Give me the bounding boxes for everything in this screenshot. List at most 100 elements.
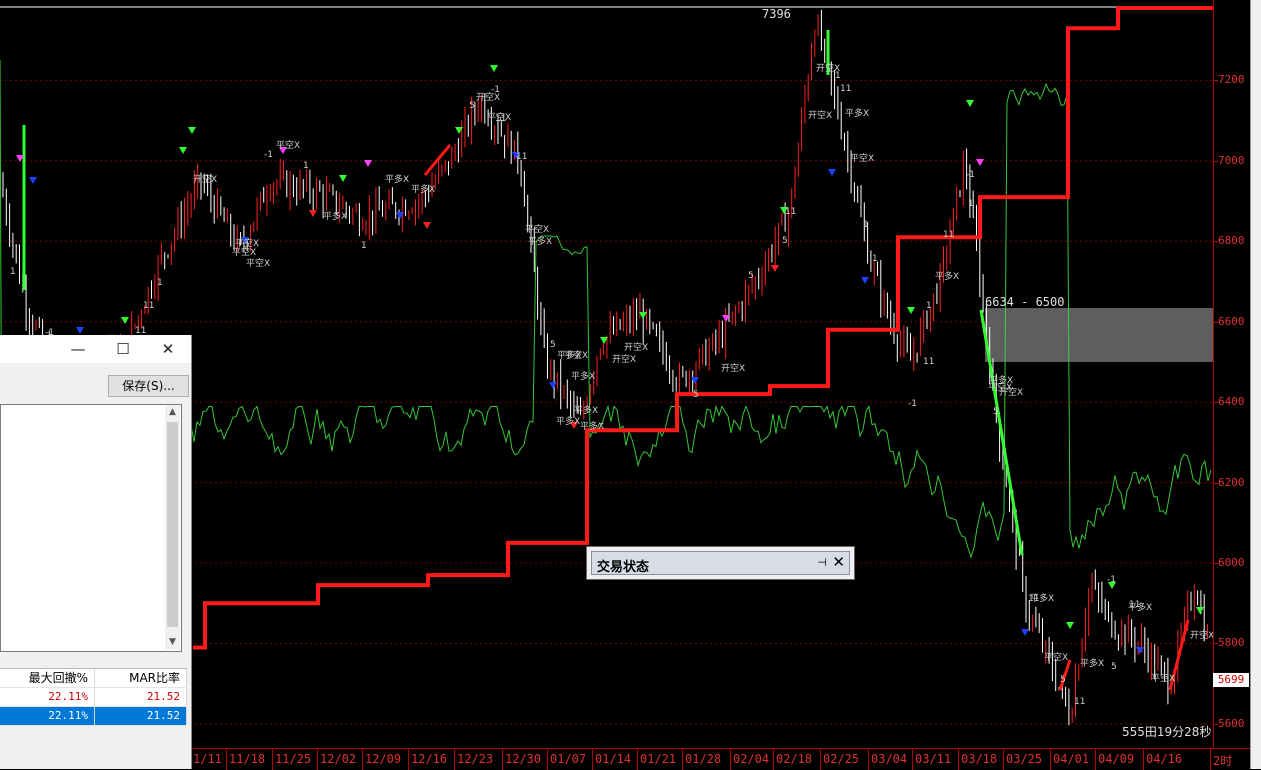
trade-status-title: 交易状态 [597,560,650,575]
trade-annotation: 平空X [487,111,511,123]
trade-annotation: 1 [835,71,841,81]
trade-arrow-marker [1066,622,1074,629]
range-band [985,308,1213,362]
date-tick-label: 03/25 [1006,752,1043,766]
table-row[interactable]: 22.11% 21.52 [0,688,187,707]
cell-max-drawdown: 22.11% [0,688,95,706]
price-axis: 7200 7000 6800 6600 6400 6200 6000 5800 5600 [1213,0,1251,748]
trade-annotation: 5 [1060,675,1066,685]
trade-annotation: 5 [748,271,754,281]
trade-annotation: 5 [550,340,556,350]
trade-annotation: 平空X [276,139,300,151]
trade-annotation: 平多X [845,107,869,119]
scroll-down-icon[interactable]: ▼ [165,635,180,650]
price-tick [1214,321,1218,323]
date-tick-label: 04/01 [1053,752,1090,766]
price-tick-label: 7000 [1218,153,1245,167]
trade-annotation: 平多X [571,370,595,382]
trade-arrow-marker [179,147,187,154]
price-tick [1214,241,1218,243]
trade-annotation: 5 [993,407,999,417]
minimize-icon[interactable]: — [58,337,98,361]
column-header-max-drawdown[interactable]: 最大回撤% [0,669,95,687]
trade-annotation: 开空X [999,386,1023,398]
date-tick [637,749,638,770]
date-tick [1095,749,1096,770]
trade-annotation: -1 [908,399,917,409]
price-tick [1214,643,1218,645]
trade-annotation: 5 [782,236,788,246]
date-tick [592,749,593,770]
date-tick-label: 02/25 [823,752,860,766]
trade-annotation: 平多X [323,210,347,222]
maximize-icon[interactable]: ☐ [103,337,143,361]
report-scrollbar[interactable]: ▲ ▼ [165,405,180,650]
trade-annotation: 平多X [989,374,1013,386]
trade-annotation: 平空X [564,349,588,361]
side-panel-edge [1250,0,1261,769]
price-tick [1214,160,1218,162]
trade-annotation: 平多X [935,270,959,282]
date-tick-label: 02/18 [776,752,813,766]
trade-segment [423,144,452,176]
date-tick-label: 2时 [1213,754,1233,768]
cell-max-drawdown: 22.11% [0,707,95,725]
date-tick-label: 1/11 [193,752,222,766]
date-tick-label: 12/02 [320,752,357,766]
date-tick-label: 12/30 [505,752,542,766]
close-icon[interactable]: ✕ [832,553,845,571]
price-tick-label: 6600 [1218,314,1245,328]
table-header-row: 最大回撤% MAR比率 [0,669,187,688]
price-tick [1214,563,1218,564]
trade-arrow-marker [1021,629,1029,636]
trade-annotation: 11 [943,230,954,240]
trade-arrow-marker [76,327,84,334]
date-tick-label: 12/16 [411,752,448,766]
price-tick-label: 6000 [1218,556,1245,569]
date-tick [820,749,821,770]
price-tick-label: 5800 [1218,636,1245,650]
trade-annotation: 1 [361,241,367,251]
trade-annotation: 平多X [528,235,552,247]
stats-table: 最大回撤% MAR比率 22.11% 21.52 22.11% 21.52 [0,668,187,726]
trade-annotation: 平多X [1128,601,1152,613]
trade-annotation: 开空X [721,362,745,374]
report-text-area[interactable] [0,404,182,652]
close-icon[interactable]: ✕ [148,337,188,361]
trade-annotation: 11 [785,207,796,217]
range-band-label: 6634 - 6500 [985,295,1065,309]
trade-status-titlebar[interactable]: 交易状态 ⊣ ✕ [591,551,850,575]
scroll-thumb[interactable] [167,422,178,627]
table-row-selected[interactable]: 22.11% 21.52 [0,707,187,726]
date-tick [502,749,503,770]
date-tick [1003,749,1004,770]
trade-status-panel[interactable]: 交易状态 ⊣ ✕ [586,546,855,580]
trade-annotation: 1 [303,161,309,171]
report-window[interactable]: — ☐ ✕ 保存(S)... ▲ ▼ 最大回撤% MAR比率 22.11% 21… [0,335,192,769]
trade-annotation: 1 [10,267,16,277]
trade-annotation: 5 [693,390,699,400]
trade-annotation: 11 [923,357,934,367]
price-tick-label: 6400 [1218,395,1245,409]
price-tick-label: 6800 [1218,234,1245,248]
column-header-mar-ratio[interactable]: MAR比率 [95,669,187,687]
save-button[interactable]: 保存(S)... [108,375,189,397]
trade-annotation: -1 [966,170,975,180]
scroll-up-icon[interactable]: ▲ [165,405,180,420]
trade-annotation: 开空X [624,341,648,353]
trade-annotation: 开空X [193,173,217,185]
date-tick-label: 02/04 [733,752,770,766]
pin-icon[interactable]: ⊣ [817,556,827,569]
date-tick-label: 01/14 [595,752,632,766]
date-tick-label: 03/11 [915,752,952,766]
report-titlebar[interactable]: — ☐ ✕ [0,335,191,363]
trade-annotation: 开空X [808,109,832,121]
date-tick [362,749,363,770]
date-axis: 1/11 11/18 11/25 12/02 12/09 12/16 12/23 12/30 0… [193,748,1250,770]
date-tick-label: 12/09 [365,752,402,766]
date-tick [730,749,731,770]
price-tick-label: 5600 [1218,716,1245,730]
date-tick [958,749,959,770]
date-tick-label: 01/28 [685,752,722,766]
trade-annotation: 11 [143,301,154,311]
